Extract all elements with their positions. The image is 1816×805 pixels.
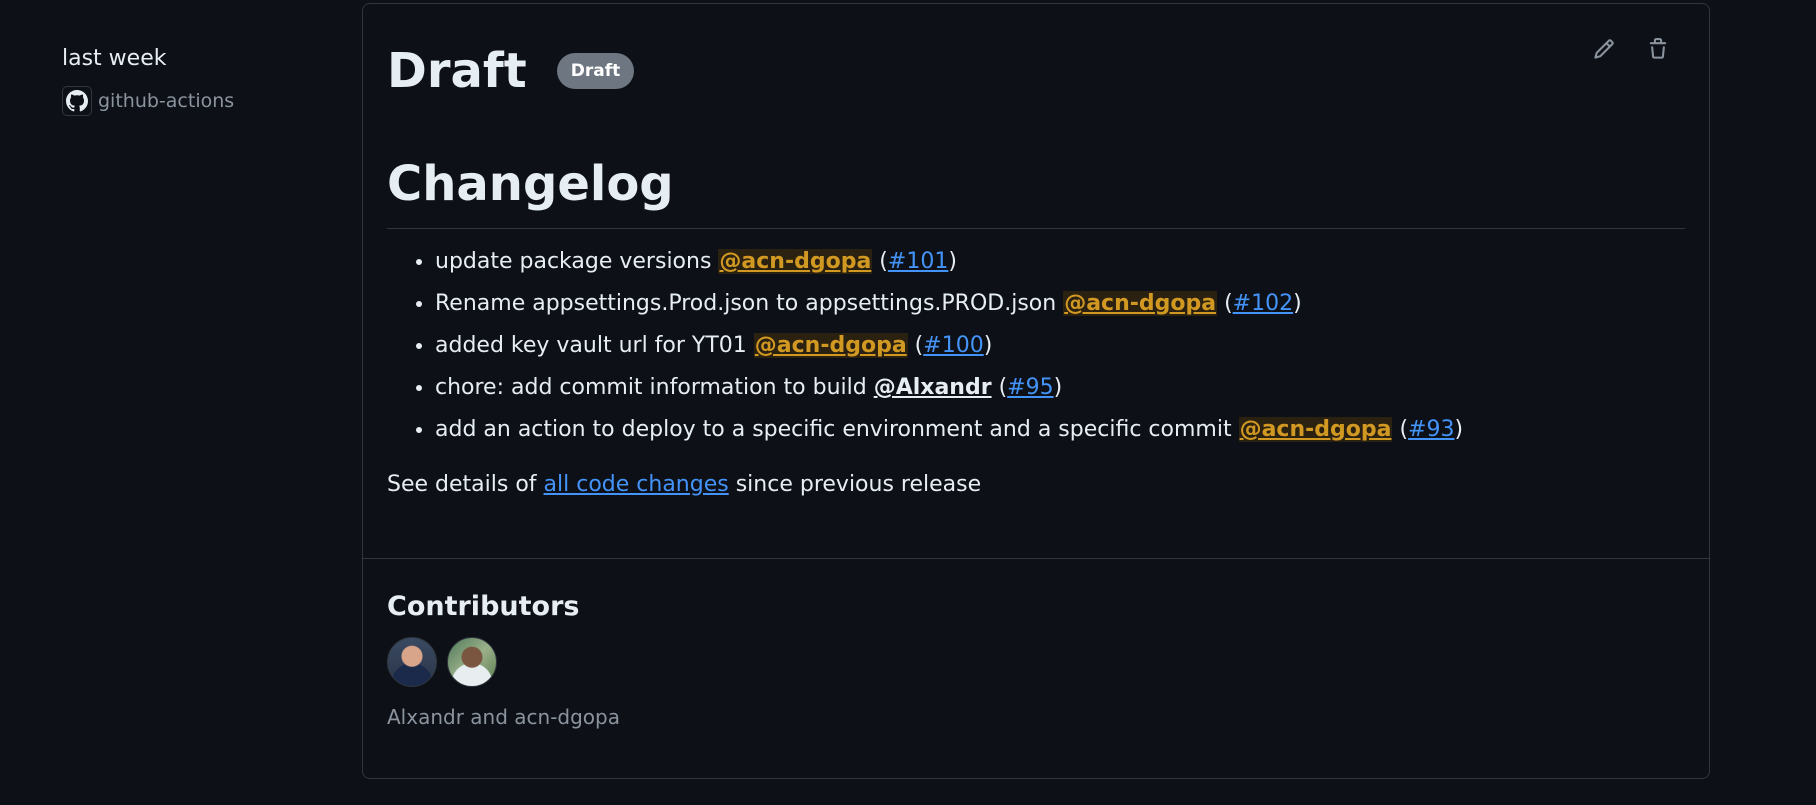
changelog-list: update package versions @acn-dgopa (#101… <box>387 241 1685 451</box>
list-item: add an action to deploy to a specific en… <box>435 409 1685 451</box>
release-actions <box>1589 34 1673 64</box>
release-author[interactable]: github-actions <box>62 86 342 116</box>
release-card: Draft Draft Changelog update package ver… <box>362 3 1710 779</box>
pr-link[interactable]: #93 <box>1408 417 1454 442</box>
trash-icon <box>1649 38 1667 59</box>
contributors-section: Contributors Alxandr and acn-dgopa <box>363 559 1709 731</box>
pr-link[interactable]: #100 <box>923 333 983 358</box>
all-code-changes-link[interactable]: all code changes <box>544 472 729 497</box>
release-title-row: Draft Draft <box>387 36 1685 106</box>
user-mention-link[interactable]: @acn-dgopa <box>1063 291 1218 316</box>
draft-badge: Draft <box>556 53 635 89</box>
pr-link[interactable]: #101 <box>888 249 948 274</box>
release-sidebar: last week github-actions <box>62 42 342 116</box>
changelog-text: update package versions <box>435 249 712 274</box>
github-icon <box>62 86 92 116</box>
pr-link[interactable]: #102 <box>1233 291 1293 316</box>
user-mention-link[interactable]: @acn-dgopa <box>753 333 908 358</box>
release-date[interactable]: last week <box>62 42 342 76</box>
changelog-text: add an action to deploy to a specific en… <box>435 417 1232 442</box>
changes-details: See details of all code changes since pr… <box>387 465 1685 505</box>
pencil-icon <box>1594 39 1614 59</box>
avatar-acn-dgopa[interactable] <box>447 637 497 687</box>
details-suffix: since previous release <box>735 472 982 497</box>
author-name: github-actions <box>98 90 235 112</box>
details-prefix: See details of <box>387 472 537 497</box>
contributors-names: Alxandr and acn-dgopa <box>387 705 620 729</box>
release-body: Draft Draft Changelog update package ver… <box>363 4 1709 559</box>
pr-link[interactable]: #95 <box>1007 375 1053 400</box>
changelog-text: Rename appsettings.Prod.json to appsetti… <box>435 291 1057 316</box>
list-item: chore: add commit information to build @… <box>435 367 1685 409</box>
list-item: update package versions @acn-dgopa (#101… <box>435 241 1685 283</box>
contributors-heading: Contributors <box>387 591 580 622</box>
release-title: Draft <box>387 43 527 99</box>
changelog-heading: Changelog <box>387 154 1685 229</box>
user-mention-link[interactable]: @Alxandr <box>874 375 992 400</box>
list-item: added key vault url for YT01 @acn-dgopa … <box>435 325 1685 367</box>
edit-button[interactable] <box>1589 34 1619 64</box>
delete-button[interactable] <box>1643 34 1673 64</box>
changelog-text: chore: add commit information to build <box>435 375 867 400</box>
user-mention-link[interactable]: @acn-dgopa <box>1238 417 1393 442</box>
contributor-avatars <box>387 637 1685 687</box>
list-item: Rename appsettings.Prod.json to appsetti… <box>435 283 1685 325</box>
changelog-text: added key vault url for YT01 <box>435 333 747 358</box>
avatar-alxandr[interactable] <box>387 637 437 687</box>
user-mention-link[interactable]: @acn-dgopa <box>718 249 873 274</box>
